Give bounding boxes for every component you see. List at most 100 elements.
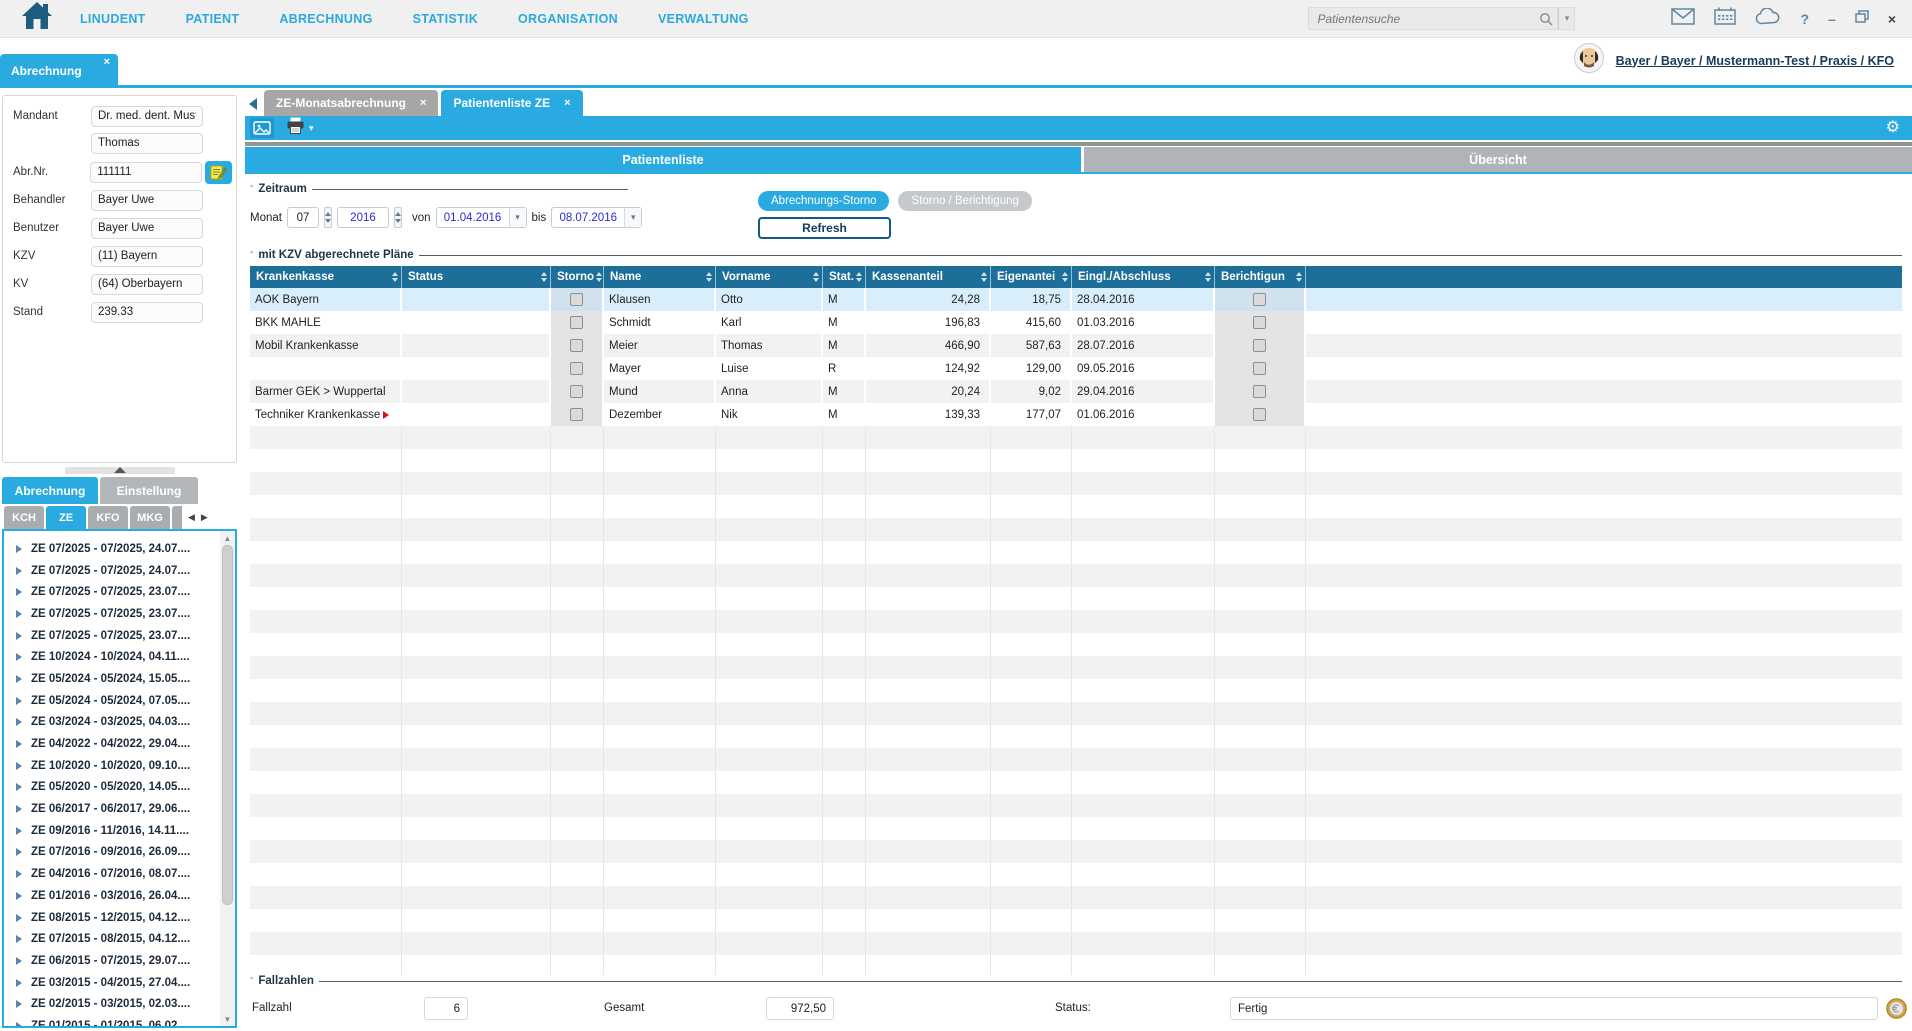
berichtigung-checkbox[interactable] [1253, 385, 1266, 398]
sidebar-tab-abrechnung[interactable]: Abrechnung [2, 477, 98, 504]
search-input[interactable] [1317, 12, 1535, 26]
tree-item[interactable]: ZE 04/2022 - 04/2022, 29.04.... [8, 733, 220, 755]
mandant-field[interactable] [91, 106, 203, 127]
jahr-stepper[interactable] [394, 207, 402, 228]
expand-icon[interactable] [16, 718, 22, 726]
storno-checkbox[interactable] [570, 293, 583, 306]
tree-item[interactable]: ZE 04/2016 - 07/2016, 08.07.... [8, 863, 220, 885]
abrechnungs-storno-button[interactable]: Abrechnungs-Storno [758, 191, 889, 211]
doc-tab-scroll-left[interactable] [245, 92, 261, 116]
storno-checkbox[interactable] [570, 385, 583, 398]
gear-icon[interactable]: ⚙ [1886, 120, 1900, 136]
collapse-toggle[interactable]: - [250, 247, 253, 258]
menu-item-statistik[interactable]: STATISTIK [413, 12, 478, 26]
expand-icon[interactable] [16, 588, 22, 596]
type-tab-mkg[interactable]: MKG [130, 506, 170, 529]
berichtigung-checkbox[interactable] [1253, 316, 1266, 329]
storno-checkbox[interactable] [570, 362, 583, 375]
expand-icon[interactable] [16, 545, 22, 553]
tree-item[interactable]: ZE 05/2020 - 05/2020, 14.05.... [8, 777, 220, 799]
col-header-status[interactable]: Status [402, 266, 551, 288]
scroll-down-icon[interactable]: ▼ [224, 1012, 232, 1026]
expand-icon[interactable] [16, 914, 22, 922]
tree-scrollbar[interactable]: ▲ ▼ [220, 531, 235, 1026]
refresh-button[interactable]: Refresh [758, 217, 891, 239]
doc-tab-patientenliste-ze[interactable]: Patientenliste ZE× [441, 90, 582, 116]
type-tab-kch[interactable]: KCH [4, 506, 44, 529]
close-icon[interactable]: × [564, 97, 570, 109]
table-row[interactable]: Barmer GEK > WuppertalMundAnnaM20,249,02… [250, 380, 1902, 403]
col-header-kassenanteil[interactable]: Kassenanteil [866, 266, 991, 288]
help-icon[interactable]: ? [1800, 11, 1809, 27]
benutzer-field[interactable] [91, 218, 203, 239]
expand-icon[interactable] [16, 740, 22, 748]
col-header-eigenantei[interactable]: Eigenantei [991, 266, 1072, 288]
tree-item[interactable]: ZE 02/2015 - 03/2015, 02.03.... [8, 993, 220, 1015]
menu-item-patient[interactable]: PATIENT [186, 12, 240, 26]
type-tab-ze[interactable]: ZE [46, 506, 86, 529]
tree-item[interactable]: ZE 09/2016 - 11/2016, 14.11.... [8, 820, 220, 842]
tree-item[interactable]: ZE 08/2015 - 12/2015, 04.12.... [8, 907, 220, 929]
tree-item[interactable]: ZE 03/2015 - 04/2015, 27.04.... [8, 972, 220, 994]
menu-item-linudent[interactable]: LINUDENT [80, 12, 146, 26]
x-field[interactable] [91, 133, 203, 154]
table-row[interactable]: BKK MAHLESchmidtKarlM196,83415,6001.03.2… [250, 311, 1902, 334]
col-header-berichtigun[interactable]: Berichtigun [1215, 266, 1306, 288]
storno-checkbox[interactable] [570, 339, 583, 352]
storno-checkbox[interactable] [570, 316, 583, 329]
tree-item[interactable]: ZE 07/2025 - 07/2025, 24.07.... [8, 560, 220, 582]
monat-input[interactable] [287, 207, 319, 228]
expand-icon[interactable] [16, 979, 22, 987]
tree-item[interactable]: ZE 07/2025 - 07/2025, 24.07.... [8, 538, 220, 560]
sidebar-tab-einstellung[interactable]: Einstellung [100, 477, 198, 504]
stand-field[interactable] [91, 302, 203, 323]
collapse-toggle[interactable]: - [250, 973, 253, 984]
monat-stepper[interactable] [324, 207, 332, 228]
kzv-field[interactable] [91, 246, 203, 267]
tab-scroll-left-icon[interactable]: ◀ [188, 512, 195, 523]
euro-coin-icon[interactable] [1886, 998, 1907, 1022]
storno-berichtigung-button[interactable]: Storno / Berichtigung [898, 191, 1031, 211]
tree-item[interactable]: ZE 06/2017 - 06/2017, 29.06.... [8, 798, 220, 820]
export-image-button[interactable] [250, 118, 274, 138]
abr-nr-field[interactable] [90, 162, 202, 183]
window-tab-abrechnung[interactable]: Abrechnung × [0, 54, 118, 85]
tab-scroll-right-icon[interactable]: ▶ [201, 512, 208, 523]
home-button[interactable] [0, 1, 74, 36]
collapse-toggle[interactable]: - [250, 181, 253, 192]
expand-icon[interactable] [16, 957, 22, 965]
edit-abrnr-button[interactable] [205, 161, 232, 184]
berichtigung-checkbox[interactable] [1253, 408, 1266, 421]
col-header-eingl-abschluss[interactable]: Eingl./Abschluss [1072, 266, 1215, 288]
gesamt-input[interactable] [766, 997, 834, 1020]
tree-item[interactable]: ZE 01/2016 - 03/2016, 26.04.... [8, 885, 220, 907]
expand-icon[interactable] [16, 762, 22, 770]
expand-icon[interactable] [16, 892, 22, 900]
splitter-handle[interactable] [2, 463, 237, 477]
print-button[interactable]: ▾ [286, 117, 314, 139]
expand-icon[interactable] [16, 935, 22, 943]
col-header-vorname[interactable]: Vorname [716, 266, 823, 288]
doc-tab-ze-monatsabrechnung[interactable]: ZE-Monatsabrechnung× [264, 90, 438, 116]
tree-item[interactable]: ZE 06/2015 - 07/2015, 29.07.... [8, 950, 220, 972]
tree-item[interactable]: ZE 01/2015 - 01/2015, 06.02.... [8, 1015, 220, 1026]
scrollbar-thumb[interactable] [222, 545, 233, 905]
berichtigung-checkbox[interactable] [1253, 293, 1266, 306]
berichtigung-checkbox[interactable] [1253, 339, 1266, 352]
table-row[interactable]: AOK BayernKlausenOttoM24,2818,7528.04.20… [250, 288, 1902, 311]
fallzahl-input[interactable] [424, 997, 468, 1020]
expand-icon[interactable] [16, 1000, 22, 1008]
expand-icon[interactable] [16, 697, 22, 705]
bis-date-dropdown[interactable]: ▾ [624, 208, 641, 227]
tree-item[interactable]: ZE 05/2024 - 05/2024, 15.05.... [8, 668, 220, 690]
expand-icon[interactable] [16, 1022, 22, 1026]
calendar-icon[interactable] [1714, 7, 1736, 30]
close-icon[interactable]: × [420, 97, 426, 109]
expand-icon[interactable] [16, 653, 22, 661]
minimize-icon[interactable]: – [1828, 11, 1836, 27]
col-header-krankenkasse[interactable]: Krankenkasse [250, 266, 402, 288]
mail-icon[interactable] [1671, 8, 1695, 30]
menu-item-abrechnung[interactable]: ABRECHNUNG [279, 12, 372, 26]
col-header-stat[interactable]: Stat. [823, 266, 866, 288]
table-row[interactable]: Techniker KrankenkasseDezemberNikM139,33… [250, 403, 1902, 426]
